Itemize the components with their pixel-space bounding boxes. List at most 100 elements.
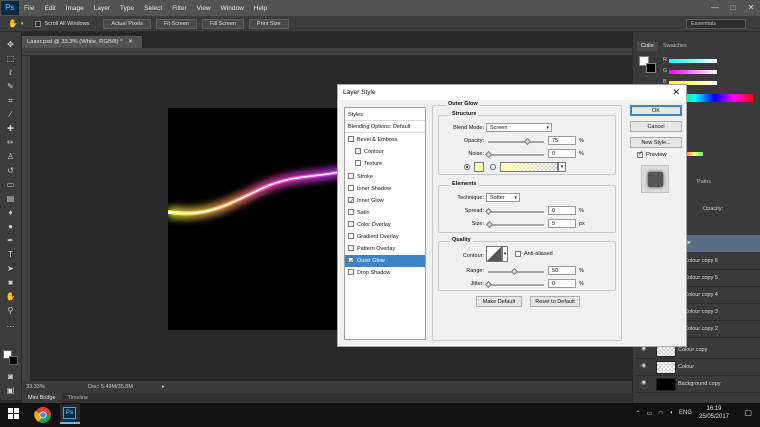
menu-edit[interactable]: Edit [39, 5, 60, 12]
style-item-satin[interactable]: Satin [345, 207, 425, 219]
styles-item[interactable]: Styles [345, 109, 425, 121]
ok-button[interactable]: OK [630, 105, 682, 116]
tab-paths[interactable]: Paths [693, 178, 715, 187]
menu-filter[interactable]: Filter [167, 5, 191, 12]
tab-color[interactable]: Color [637, 42, 659, 51]
gradient-tool-icon[interactable]: ▤ [5, 194, 16, 204]
visibility-eye-icon[interactable]: ◉ [641, 363, 648, 370]
workspace-switcher[interactable]: Essentials [686, 19, 746, 29]
solid-color-radio[interactable] [464, 164, 470, 170]
blur-tool-icon[interactable]: ♦ [5, 208, 16, 218]
menu-layer[interactable]: Layer [89, 5, 115, 12]
close-button[interactable]: ✕ [742, 0, 760, 16]
dialog-close-icon[interactable]: ✕ [672, 85, 680, 100]
background-color-swatch[interactable] [9, 356, 18, 365]
blending-options-item[interactable]: Blending Options: Default [345, 121, 425, 133]
fill-screen-button[interactable]: Fill Screen [202, 18, 244, 29]
size-slider-track[interactable] [488, 224, 544, 226]
visibility-eye-icon[interactable]: ◉ [641, 346, 648, 353]
gradient-dropdown-icon[interactable]: ▾ [558, 162, 566, 172]
noise-input[interactable]: 0 [548, 149, 576, 158]
rectangle-tool-icon[interactable]: ■ [5, 278, 16, 288]
style-item-bevel-emboss[interactable]: Bevel & Emboss [345, 134, 425, 146]
gradient-radio[interactable] [490, 164, 496, 170]
contour-picker[interactable] [486, 246, 502, 262]
preview-option[interactable]: ✓ Preview [637, 151, 667, 158]
jitter-input[interactable]: 0 [548, 279, 576, 288]
g-slider[interactable] [669, 70, 717, 74]
style-item-gradient-overlay[interactable]: Gradient Overlay [345, 231, 425, 243]
move-tool-icon[interactable]: ✥ [5, 40, 16, 50]
style-item-contour[interactable]: Contour [345, 146, 425, 158]
adjustments-icons[interactable] [685, 152, 703, 156]
clone-stamp-tool-icon[interactable]: ♙ [5, 152, 16, 162]
style-item-inner-shadow[interactable]: Inner Shadow [345, 183, 425, 195]
battery-icon[interactable]: ▭ [646, 410, 652, 417]
checkbox[interactable] [348, 185, 354, 191]
path-selection-tool-icon[interactable]: ➤ [5, 264, 16, 274]
chrome-icon[interactable] [34, 406, 52, 424]
checkbox[interactable] [355, 148, 361, 154]
reset-to-default-button[interactable]: Reset to Default [530, 296, 580, 307]
jitter-slider-track[interactable] [488, 284, 544, 286]
document-canvas[interactable] [167, 108, 350, 330]
quick-mask-icon[interactable]: ◙ [5, 372, 16, 382]
menu-view[interactable]: View [192, 5, 216, 12]
opacity-input[interactable]: 75 [548, 136, 576, 145]
checkbox-box[interactable] [35, 20, 42, 27]
eyedropper-tool-icon[interactable]: ⁄ [5, 110, 16, 120]
background-swatch[interactable] [646, 63, 656, 73]
technique-select[interactable]: Softer ▾ [486, 193, 520, 202]
maximize-button[interactable]: □ [724, 0, 742, 16]
new-style-button[interactable]: New Style... [630, 137, 682, 148]
layer-row[interactable]: ◉ Background copy [636, 376, 760, 393]
style-item-color-overlay[interactable]: Color Overlay [345, 219, 425, 231]
hand-tool-icon[interactable]: ✋ [5, 292, 16, 302]
history-brush-tool-icon[interactable]: ↺ [5, 166, 16, 176]
menu-select[interactable]: Select [139, 5, 167, 12]
photoshop-taskbar-button[interactable]: Ps [60, 404, 80, 424]
visibility-eye-icon[interactable]: ◉ [641, 380, 648, 387]
tab-swatches[interactable]: Swatches [659, 42, 691, 51]
tool-preset-arrow-icon[interactable]: ▾ [21, 21, 24, 27]
crop-tool-icon[interactable]: ⌗ [5, 96, 16, 106]
close-document-icon[interactable]: ✕ [128, 39, 133, 45]
preview-checkbox[interactable]: ✓ [637, 151, 643, 158]
status-menu-arrow-icon[interactable]: ▸ [162, 381, 165, 393]
checkbox[interactable] [348, 196, 354, 208]
screen-mode-icon[interactable]: ▣ [5, 386, 16, 396]
menu-file[interactable]: File [19, 5, 39, 12]
fit-screen-button[interactable]: Fit Screen [155, 18, 197, 29]
style-item-drop-shadow[interactable]: Drop Shadow [345, 267, 425, 279]
taskbar-clock[interactable]: 16:19 25/05/2017 [694, 405, 734, 421]
tab-timeline[interactable]: Timeline [62, 393, 95, 403]
scroll-all-windows-checkbox[interactable]: Scroll All Windows [35, 20, 89, 27]
chevron-up-icon[interactable]: ⌃ [635, 410, 640, 417]
menu-image[interactable]: Image [61, 5, 89, 12]
style-item-outer-glow[interactable]: Outer Glow [345, 255, 425, 268]
notifications-icon[interactable]: ▢ [744, 408, 752, 417]
language-indicator[interactable]: ENG [679, 410, 692, 417]
checkbox[interactable] [348, 209, 354, 215]
checkbox[interactable] [348, 233, 354, 239]
style-item-pattern-overlay[interactable]: Pattern Overlay [345, 243, 425, 255]
range-input[interactable]: 50 [548, 266, 576, 275]
marquee-tool-icon[interactable]: ⬚ [5, 54, 16, 64]
document-tab[interactable]: Laser.psd @ 33.3% (White, RGB/8) * ✕ [22, 36, 142, 48]
type-tool-icon[interactable]: T [5, 250, 16, 260]
healing-brush-tool-icon[interactable]: ✚ [5, 124, 16, 134]
anti-aliased-option[interactable]: Anti-aliased [515, 251, 553, 257]
contour-dropdown-icon[interactable]: ▾ [502, 246, 508, 262]
checkbox[interactable] [348, 136, 354, 142]
selected-layer-row[interactable]: ite [683, 235, 760, 252]
blend-mode-select[interactable]: Screen ▾ [486, 123, 552, 132]
lasso-tool-icon[interactable]: ℓ [5, 68, 16, 78]
quick-select-tool-icon[interactable]: ✎ [5, 82, 16, 92]
tab-mini-bridge[interactable]: Mini Bridge [22, 393, 62, 403]
checkbox[interactable] [348, 269, 354, 275]
spread-slider-track[interactable] [488, 211, 544, 213]
menu-help[interactable]: Help [249, 5, 272, 12]
zoom-tool-icon[interactable]: ⚲ [5, 306, 16, 316]
dodge-tool-icon[interactable]: ● [5, 222, 16, 232]
pen-tool-icon[interactable]: ✒ [5, 236, 16, 246]
